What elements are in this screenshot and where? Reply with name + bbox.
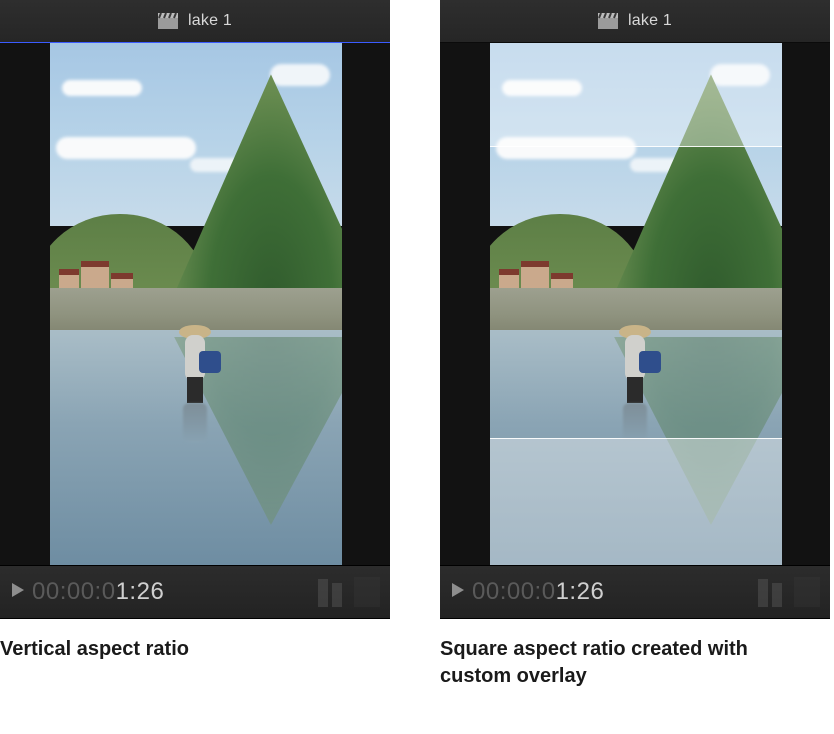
clip-title: lake 1 (188, 12, 232, 30)
viewer-left: lake 1 (0, 0, 390, 619)
timecode-display: 00:00:01:26 (472, 578, 604, 606)
timecode-prefix: 00:00:0 (472, 578, 556, 605)
viewer-stage[interactable] (0, 43, 390, 565)
viewer-stage[interactable] (440, 43, 830, 565)
loop-toggle[interactable] (354, 577, 380, 607)
timecode-value: 1:26 (116, 578, 165, 605)
custom-overlay-bottom (490, 438, 782, 565)
clapper-icon (158, 13, 178, 29)
audio-meter (318, 577, 342, 607)
custom-overlay-top (490, 43, 782, 147)
transport-bar: 00:00:01:26 (440, 565, 830, 618)
video-frame (50, 43, 342, 565)
viewer-titlebar: lake 1 (440, 0, 830, 43)
play-icon[interactable] (450, 582, 466, 603)
scene-painting (50, 43, 342, 565)
audio-meter (758, 577, 782, 607)
caption-left: Vertical aspect ratio (0, 636, 380, 663)
timecode-prefix: 00:00:0 (32, 578, 116, 605)
clip-title: lake 1 (628, 12, 672, 30)
loop-toggle[interactable] (794, 577, 820, 607)
timecode-display: 00:00:01:26 (32, 578, 164, 606)
play-icon[interactable] (10, 582, 26, 603)
video-frame (490, 43, 782, 565)
transport-bar: 00:00:01:26 (0, 565, 390, 618)
timecode-value: 1:26 (556, 578, 605, 605)
viewer-right: lake 1 (440, 0, 830, 619)
clapper-icon (598, 13, 618, 29)
viewer-titlebar: lake 1 (0, 0, 390, 43)
figure-canvas: lake 1 (0, 0, 834, 734)
caption-right: Square aspect ratio created with custom … (440, 636, 820, 690)
